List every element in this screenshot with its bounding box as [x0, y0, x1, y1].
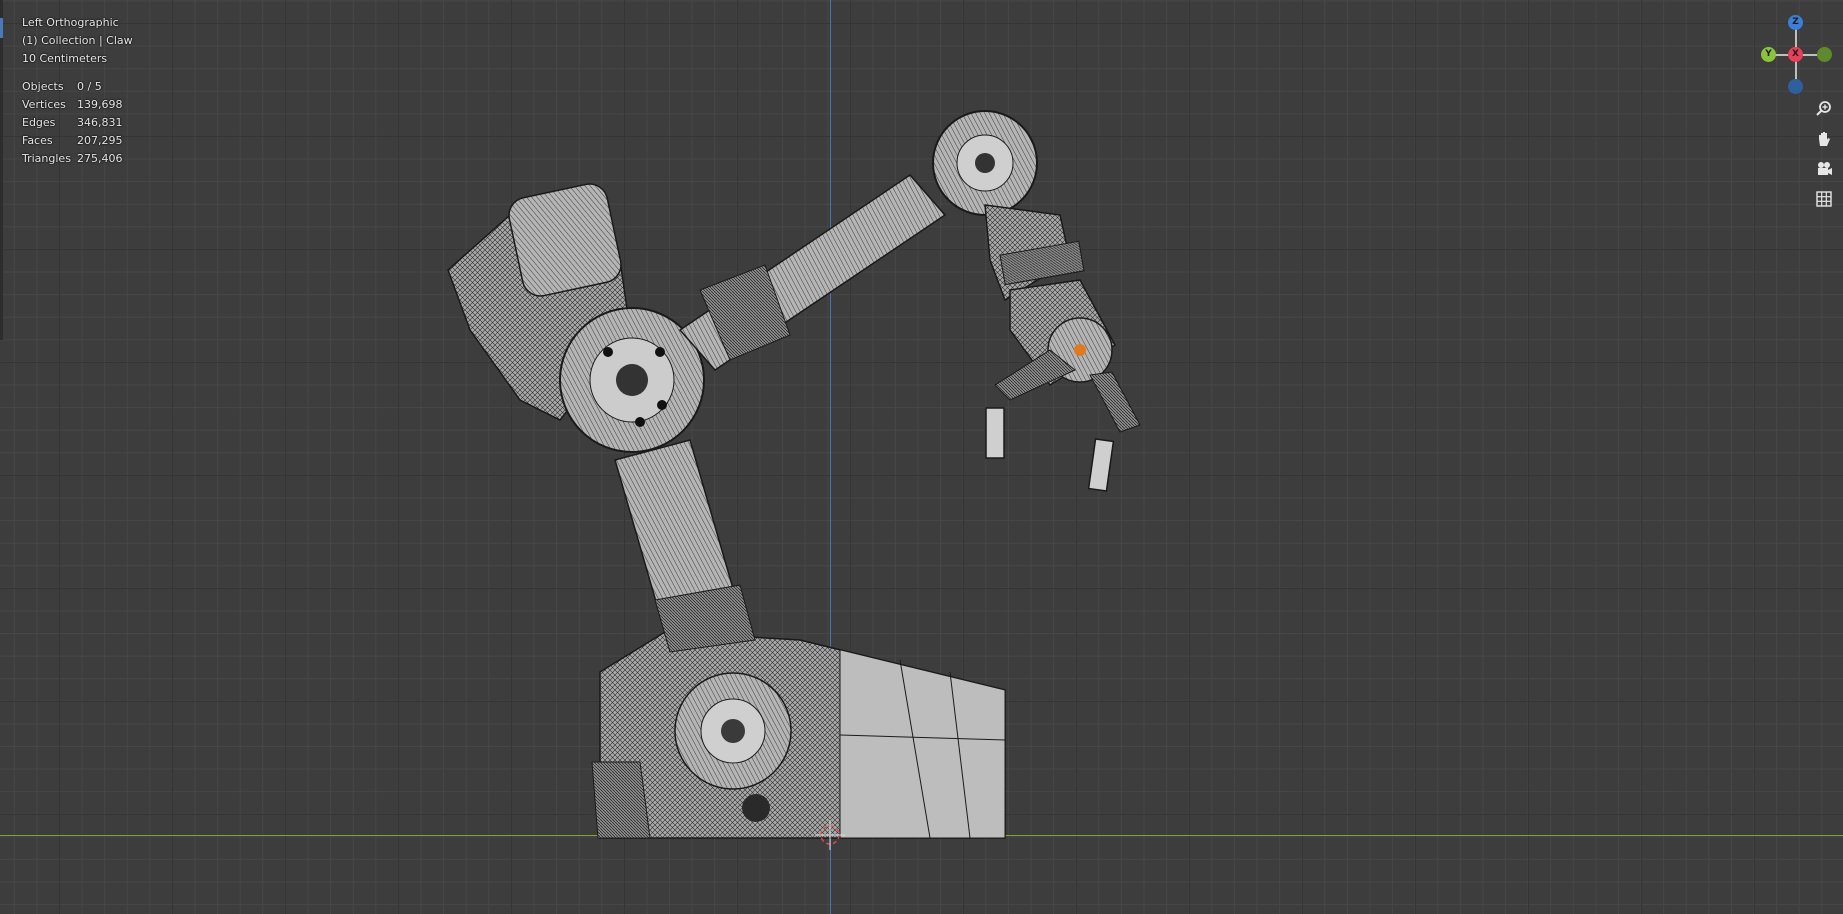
- gizmo-x-button[interactable]: X: [1788, 47, 1803, 62]
- camera-view-button[interactable]: [1810, 156, 1838, 182]
- stat-row: Faces 207,295: [22, 132, 123, 150]
- stat-value: 207,295: [77, 134, 123, 147]
- grid-scale: 10 Centimeters: [22, 52, 108, 65]
- stat-value: 0 / 5: [77, 80, 102, 93]
- zoom-icon: [1816, 101, 1831, 116]
- stat-row: Vertices 139,698: [22, 96, 123, 114]
- stat-row: Triangles 275,406: [22, 150, 123, 168]
- collection-label: (1) Collection | Claw: [22, 34, 133, 47]
- navigation-gizmo[interactable]: Z Y X: [1756, 12, 1836, 94]
- robot-shoulder: [447, 183, 705, 453]
- gizmo-neg-y-button[interactable]: [1817, 47, 1832, 62]
- gizmo-neg-z-button[interactable]: [1788, 79, 1803, 94]
- stat-label: Triangles: [22, 152, 71, 165]
- stat-label: Vertices: [22, 98, 66, 111]
- stat-label: Faces: [22, 134, 53, 147]
- stat-label: Objects: [22, 80, 64, 93]
- camera-icon: [1818, 162, 1832, 175]
- grid-icon: [1816, 191, 1832, 207]
- ortho-toggle-button[interactable]: [1810, 186, 1838, 212]
- stat-value: 346,831: [77, 116, 123, 129]
- robot-arm-model[interactable]: [0, 0, 1843, 914]
- viewport-info: Left Orthographic (1) Collection | Claw …: [22, 14, 133, 68]
- stat-row: Objects 0 / 5: [22, 78, 123, 96]
- 3d-viewport[interactable]: Left Orthographic (1) Collection | Claw …: [0, 0, 1843, 914]
- gizmo-z-button[interactable]: Z: [1788, 15, 1803, 30]
- stat-label: Edges: [22, 116, 56, 129]
- gizmo-y-button[interactable]: Y: [1761, 47, 1776, 62]
- robot-wrist: [932, 110, 1085, 302]
- robot-upper-arm: [678, 174, 947, 371]
- stat-value: 139,698: [77, 98, 123, 111]
- robot-base: [591, 631, 1006, 839]
- stat-value: 275,406: [77, 152, 123, 165]
- robot-claw: [985, 279, 1141, 492]
- scene-statistics: Objects 0 / 5 Vertices 139,698 Edges 346…: [22, 78, 123, 168]
- view-name: Left Orthographic: [22, 16, 119, 29]
- hand-pan-icon: [1819, 132, 1830, 146]
- stat-row: Edges 346,831: [22, 114, 123, 132]
- zoom-button[interactable]: [1810, 96, 1838, 122]
- pan-button[interactable]: [1810, 126, 1838, 152]
- robot-lower-arm: [614, 439, 756, 653]
